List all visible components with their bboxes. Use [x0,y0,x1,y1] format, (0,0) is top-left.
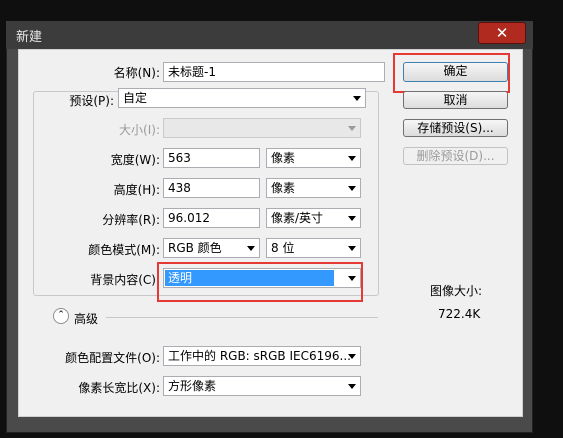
save-preset-button[interactable]: 存储预设(S)... [403,119,508,137]
chevron-down-icon [247,246,255,251]
pixel-aspect-value: 方形像素 [168,379,217,393]
color-profile-label: 颜色配置文件(O): [65,351,160,365]
close-button[interactable]: ✕ [478,22,526,44]
height-unit-value: 像素 [271,181,296,195]
pixel-aspect-select[interactable]: 方形像素 [163,376,361,396]
preset-select[interactable]: 自定 [118,88,366,108]
chevron-down-icon [348,384,356,389]
title-bar [6,21,533,49]
highlight-box-ok [393,53,510,93]
color-mode-select[interactable]: RGB 颜色 [163,238,260,258]
bit-depth-value: 8 位 [271,241,295,255]
dialog-title: 新建 [16,30,43,45]
color-profile-select[interactable]: 工作中的 RGB: sRGB IEC6196... [163,346,361,366]
image-size-label: 图像大小: [430,284,483,298]
resolution-unit-value: 像素/英寸 [271,211,324,225]
height-input[interactable]: 438 [163,178,260,198]
chevron-down-icon [348,246,356,251]
advanced-label: 高级 [74,312,99,326]
chevron-down-icon [348,216,356,221]
width-label: 宽度(W): [110,153,160,167]
size-select[interactable] [163,118,361,138]
color-mode-value: RGB 颜色 [168,241,222,255]
size-label: 大小(I): [119,123,160,137]
resolution-label: 分辨率(R): [102,213,160,227]
collapse-advanced-icon[interactable]: ⌃ [53,308,69,324]
name-input[interactable]: 未标题-1 [163,62,385,82]
width-input[interactable]: 563 [163,148,260,168]
delete-preset-button[interactable]: 删除预设(D)... [403,147,508,165]
highlight-box-background [157,262,363,302]
advanced-divider [106,317,378,318]
name-label: 名称(N): [113,66,160,80]
height-label: 高度(H): [113,183,160,197]
color-mode-label: 颜色模式(M): [88,243,160,257]
close-icon: ✕ [495,24,509,42]
pixel-aspect-label: 像素长宽比(X): [78,381,160,395]
chevron-down-icon [353,96,361,101]
resolution-input[interactable]: 96.012 [163,208,260,228]
image-size-value: 722.4K [438,307,481,321]
chevron-down-icon [348,156,356,161]
preset-label: 预设(P): [69,94,114,108]
preset-value: 自定 [123,91,148,105]
cancel-button[interactable]: 取消 [403,91,508,109]
height-unit-select[interactable]: 像素 [266,178,361,198]
color-profile-value: 工作中的 RGB: sRGB IEC6196... [168,349,351,363]
bit-depth-select[interactable]: 8 位 [266,238,361,258]
background-label: 背景内容(C): [90,273,160,287]
width-unit-value: 像素 [271,151,296,165]
width-unit-select[interactable]: 像素 [266,148,361,168]
chevron-down-icon [348,354,356,359]
chevron-down-icon [348,126,356,131]
resolution-unit-select[interactable]: 像素/英寸 [266,208,361,228]
chevron-down-icon [348,186,356,191]
